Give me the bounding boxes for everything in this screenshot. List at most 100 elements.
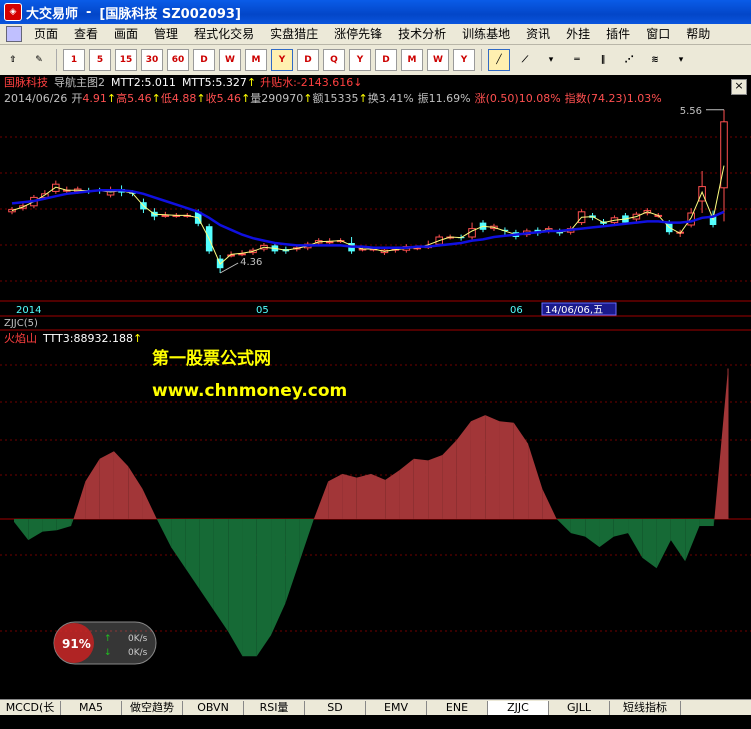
hline-tool-icon[interactable]: ═	[566, 49, 588, 71]
period-day-button[interactable]: D	[193, 49, 215, 71]
chart-canvas[interactable]: 国脉科技 导航主图2 MTT2:5.011 MTT5:5.327↑ 升贴水:-2143.…	[0, 75, 751, 699]
shengtie-arrow: ↓	[353, 76, 362, 89]
pointer-icon[interactable]: ⇧	[2, 49, 24, 71]
watermark-title: 第一股票公式网	[152, 348, 271, 369]
shengtie-value: 升贴水:-2143.616	[260, 75, 353, 89]
cursor-date-label: 14/06/06,五	[545, 305, 603, 316]
period-15min-button[interactable]: 15	[115, 49, 137, 71]
menu-view[interactable]: 查看	[66, 25, 106, 43]
tab-ene[interactable]: ENE	[427, 700, 488, 715]
indicator-area-positive	[128, 466, 143, 519]
network-speed-widget[interactable]: 91% ↑ 0K/s ↓ 0K/s	[53, 621, 157, 665]
amount-value: 15335	[324, 92, 359, 105]
menu-bar: 页面 查看 画面 管理 程式化交易 实盘猎庄 涨停先锋 技术分析 训练基地 资讯…	[0, 24, 751, 45]
period-m2-button[interactable]: M	[401, 49, 423, 71]
line-tool-icon[interactable]: ╱	[488, 49, 510, 71]
amplitude-value: 11.69%	[429, 92, 471, 105]
indicator-area-negative	[256, 519, 272, 657]
period-d3-button[interactable]: D	[375, 49, 397, 71]
indicator-area-positive	[356, 473, 371, 519]
indicator-area-negative	[613, 519, 629, 537]
menu-manage[interactable]: 管理	[146, 25, 186, 43]
axis-year-label: 2014	[16, 305, 41, 316]
tab-sd[interactable]: SD	[305, 700, 366, 715]
svg-text:2014/06/26开4.91↑高5.46↑低4.88↑收5: 2014/06/26 开4.91↑高5.46↑低4.88↑收5.46↑量29097…	[4, 91, 662, 105]
indicator-area-negative	[199, 519, 214, 611]
period-5min-button[interactable]: 5	[89, 49, 111, 71]
indicator-tab-bar: MCCD(长波) MA5 做空趋势 OBVN RSI量 SD EMV ENE Z…	[0, 699, 751, 728]
tab-emv[interactable]: EMV	[366, 700, 427, 715]
tab-gjll[interactable]: GJLL	[549, 700, 610, 715]
channel-tool-icon[interactable]: ≋	[644, 49, 666, 71]
fan-tool-icon[interactable]: ⋰	[618, 49, 640, 71]
indicator-area-positive	[113, 451, 129, 519]
indicator-area-positive	[485, 415, 500, 519]
upload-arrow-icon: ↑	[104, 634, 112, 644]
menu-plugins[interactable]: 插件	[598, 25, 638, 43]
indicator-area-positive	[528, 443, 543, 519]
candle-body	[687, 212, 695, 226]
tab-ma5[interactable]: MA5	[61, 700, 122, 715]
period-y2-button[interactable]: Y	[349, 49, 371, 71]
period-1min-button[interactable]: 1	[63, 49, 85, 71]
indicator-area-negative	[699, 519, 714, 527]
tab-short-trend[interactable]: 做空趋势	[122, 700, 183, 715]
indicator-area-negative	[556, 519, 571, 534]
menu-live-hunt[interactable]: 实盘猎庄	[262, 25, 326, 43]
period-w2-button[interactable]: W	[427, 49, 449, 71]
indicator-area-negative	[271, 519, 286, 636]
tab-zjjc[interactable]: ZJJC	[488, 700, 549, 715]
period-month-button[interactable]: M	[245, 49, 267, 71]
tab-mccd[interactable]: MCCD(长波)	[0, 700, 61, 728]
tab-short-indicator[interactable]: 短线指标	[610, 700, 681, 715]
period-d2-button[interactable]: D	[297, 49, 319, 71]
trend-tool-icon[interactable]: ⟋	[514, 49, 536, 71]
period-week-button[interactable]: W	[219, 49, 241, 71]
menu-info[interactable]: 资讯	[518, 25, 558, 43]
period-y3-button[interactable]: Y	[453, 49, 475, 71]
download-speed: 0K/s	[128, 648, 148, 658]
indicator-area-positive	[499, 421, 514, 519]
change-value: (0.50)10.08%	[486, 92, 561, 105]
indicator-area-positive	[313, 481, 329, 519]
indicator-area-negative	[156, 519, 172, 548]
menu-program-trading[interactable]: 程式化交易	[186, 25, 262, 43]
indicator-area-negative	[713, 519, 715, 527]
draw-icon[interactable]: ✎	[28, 49, 50, 71]
svg-text:国脉科技导航主图2MTT2:5.011MTT5:5.327↑: 国脉科技 导航主图2 MTT2:5.011 MTT5:5.327↑ 升贴水:-2143.…	[4, 75, 362, 89]
mtt5-arrow: ↑	[247, 76, 256, 89]
more-tools-icon[interactable]: ▾	[670, 49, 692, 71]
menu-plugin-ext[interactable]: 外挂	[558, 25, 598, 43]
menu-document-icon[interactable]	[6, 26, 22, 42]
mtt5-value: MTT5:5.327	[182, 76, 247, 89]
indicator-area-positive	[470, 415, 486, 519]
tab-rsi-volume[interactable]: RSI量	[244, 700, 305, 715]
indicator-area-negative	[42, 519, 57, 532]
dropdown-arrow-icon[interactable]: ▾	[540, 49, 562, 71]
indicator-area-positive	[399, 458, 414, 519]
period-year-button[interactable]: Y	[271, 49, 293, 71]
menu-tech-analysis[interactable]: 技术分析	[390, 25, 454, 43]
vline-tool-icon[interactable]: ‖	[592, 49, 614, 71]
indicator-area-negative	[642, 519, 657, 569]
period-30min-button[interactable]: 30	[141, 49, 163, 71]
indicator-area-positive	[385, 470, 400, 519]
indicator-area-positive	[413, 458, 429, 519]
chart-area[interactable]: × 国脉科技 导航主图2 MTT2:5.011 MTT5:5.327↑ 升贴水:-214…	[0, 75, 751, 699]
candle-body	[161, 214, 170, 217]
menu-limit-up[interactable]: 涨停先锋	[326, 25, 390, 43]
menu-page[interactable]: 页面	[26, 25, 66, 43]
menu-window[interactable]: 窗口	[638, 25, 678, 43]
menu-training[interactable]: 训练基地	[454, 25, 518, 43]
menu-screen[interactable]: 画面	[106, 25, 146, 43]
low-marker-label: 4.36	[240, 257, 262, 268]
period-q-button[interactable]: Q	[323, 49, 345, 71]
menu-help[interactable]: 帮助	[678, 25, 718, 43]
open-value: 4.91	[82, 92, 107, 105]
indicator-area-negative	[56, 519, 72, 531]
high-marker-label: 5.56	[680, 106, 702, 117]
indicator-area-negative	[171, 519, 186, 569]
indicator-area-negative	[228, 519, 243, 657]
tab-obvn[interactable]: OBVN	[183, 700, 244, 715]
period-60min-button[interactable]: 60	[167, 49, 189, 71]
